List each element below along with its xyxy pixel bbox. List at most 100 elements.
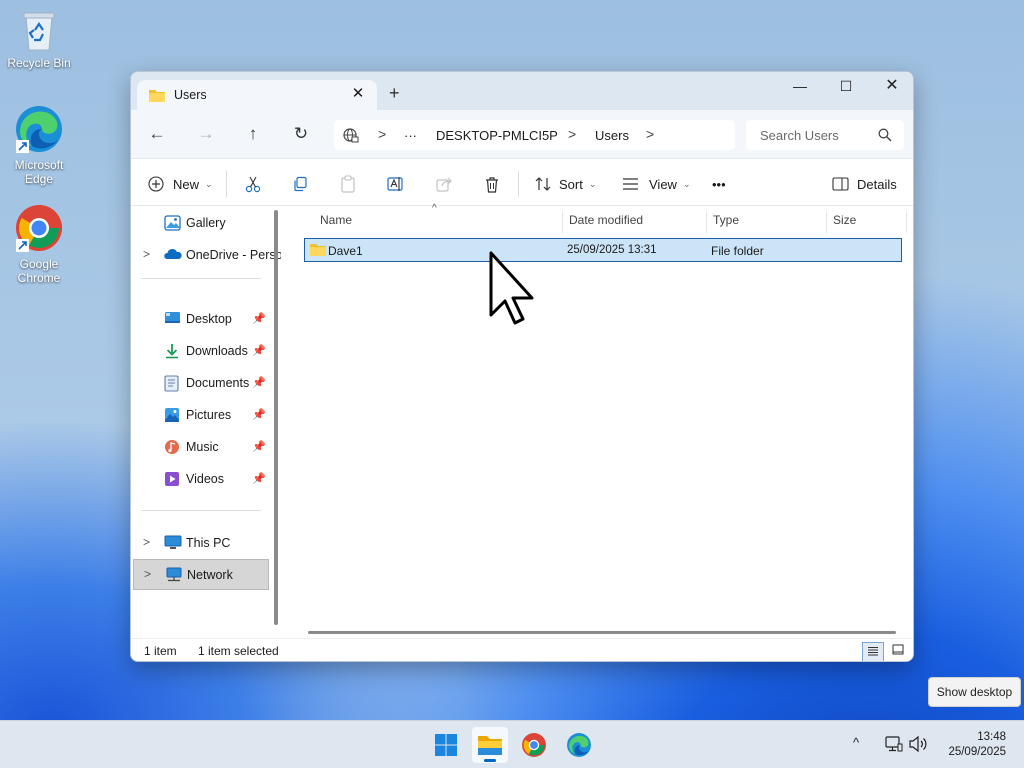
sidebar-item-onedrive[interactable]: > OneDrive - Personal bbox=[133, 240, 281, 270]
taskbar-file-explorer[interactable] bbox=[472, 727, 508, 763]
command-bar: New ⌄ Sort ⌄ View ⌄ ••• Details bbox=[131, 158, 913, 206]
desktop-icon-edge[interactable]: Microsoft Edge bbox=[0, 104, 78, 186]
cut-button[interactable] bbox=[244, 172, 262, 196]
back-button[interactable]: ← bbox=[146, 123, 168, 145]
downloads-icon bbox=[166, 344, 178, 359]
sidebar-item-desktop[interactable]: Desktop 📌 bbox=[133, 304, 269, 334]
column-header-date-modified[interactable]: Date modified bbox=[569, 207, 643, 233]
breadcrumb-users[interactable]: Users bbox=[595, 128, 629, 143]
column-divider[interactable] bbox=[826, 211, 827, 233]
tiles-view-button[interactable] bbox=[887, 642, 909, 661]
search-input[interactable] bbox=[746, 120, 876, 150]
table-row[interactable]: Dave1 25/09/2025 13:31 File folder bbox=[304, 238, 902, 262]
tab-users[interactable]: Users ✕ bbox=[137, 80, 377, 110]
item-count: 1 item bbox=[144, 644, 177, 658]
pin-icon: 📌 bbox=[252, 313, 266, 325]
tab-close-button[interactable]: ✕ bbox=[349, 85, 367, 103]
close-window-button[interactable]: ✕ bbox=[869, 72, 913, 102]
clock[interactable]: 13:48 25/09/2025 bbox=[948, 730, 1006, 760]
nav-divider bbox=[141, 510, 261, 511]
share-button[interactable] bbox=[436, 172, 453, 196]
column-divider[interactable] bbox=[706, 211, 707, 233]
paste-button[interactable] bbox=[340, 172, 356, 196]
view-button[interactable]: View ⌄ bbox=[622, 172, 691, 196]
see-more-button[interactable]: ••• bbox=[712, 172, 726, 196]
column-divider[interactable] bbox=[562, 211, 563, 233]
breadcrumb-overflow[interactable]: ··· bbox=[404, 128, 417, 143]
column-header-size[interactable]: Size bbox=[833, 207, 856, 233]
minimize-button[interactable]: — bbox=[777, 72, 823, 102]
column-header-name[interactable]: Name bbox=[320, 207, 352, 233]
breadcrumb-chevron[interactable]: > bbox=[646, 126, 654, 142]
scissors-icon bbox=[245, 176, 261, 193]
paste-icon bbox=[341, 175, 355, 193]
sidebar-item-downloads[interactable]: Downloads 📌 bbox=[133, 336, 269, 366]
desktop-icon-chrome[interactable]: Google Chrome bbox=[0, 203, 78, 285]
sidebar-item-gallery[interactable]: Gallery bbox=[133, 208, 269, 238]
selection-count: 1 item selected bbox=[198, 644, 279, 658]
sidebar-item-documents[interactable]: Documents 📌 bbox=[133, 368, 269, 398]
sidebar-item-network[interactable]: > Network bbox=[133, 559, 269, 590]
show-hidden-icons-button[interactable]: ^ bbox=[853, 735, 859, 750]
onedrive-icon bbox=[164, 248, 182, 259]
sidebar-item-label: Pictures bbox=[186, 408, 232, 422]
folder-icon bbox=[149, 90, 165, 102]
address-bar-row: ← → ↑ ↻ > ··· DESKTOP-PMLCI5P > Users > bbox=[131, 110, 913, 158]
search-box[interactable] bbox=[746, 120, 904, 150]
view-label: View bbox=[649, 176, 677, 192]
sidebar-item-videos[interactable]: Videos 📌 bbox=[133, 464, 269, 494]
forward-button[interactable]: → bbox=[195, 123, 217, 145]
column-header-type[interactable]: Type bbox=[713, 207, 739, 233]
details-view-button[interactable] bbox=[862, 642, 884, 661]
delete-button[interactable] bbox=[484, 172, 500, 196]
sidebar-item-label: Downloads bbox=[186, 344, 248, 358]
desktop-icon-recycle-bin[interactable]: Recycle Bin bbox=[0, 10, 78, 70]
new-tab-button[interactable]: + bbox=[389, 84, 400, 102]
mouse-cursor-icon bbox=[489, 251, 534, 325]
sidebar-scrollbar[interactable] bbox=[274, 210, 278, 625]
search-icon bbox=[878, 128, 892, 142]
breadcrumb-chevron[interactable]: > bbox=[378, 126, 386, 142]
address-field[interactable]: > ··· DESKTOP-PMLCI5P > Users > bbox=[334, 120, 735, 150]
sidebar-item-music[interactable]: Music 📌 bbox=[133, 432, 269, 462]
active-indicator bbox=[484, 759, 496, 762]
file-explorer-window: Users ✕ + — ☐ ✕ ← → ↑ ↻ > ··· DESKTOP-PM… bbox=[130, 71, 914, 662]
network-icon bbox=[166, 567, 182, 582]
desktop-icon-label: Google Chrome bbox=[17, 257, 61, 285]
sort-button[interactable]: Sort ⌄ bbox=[535, 172, 596, 196]
tiles-view-icon bbox=[892, 644, 904, 655]
taskbar-edge[interactable] bbox=[561, 727, 597, 763]
rename-button[interactable] bbox=[387, 172, 405, 196]
music-icon bbox=[165, 440, 179, 454]
sidebar-item-label: Gallery bbox=[186, 216, 226, 230]
horizontal-scrollbar[interactable] bbox=[308, 631, 896, 634]
taskbar-chrome[interactable] bbox=[516, 727, 552, 763]
refresh-button[interactable]: ↻ bbox=[290, 123, 312, 145]
clock-time: 13:48 bbox=[977, 731, 1006, 743]
breadcrumb-desktop-pmlci5p[interactable]: DESKTOP-PMLCI5P bbox=[436, 128, 558, 143]
start-button[interactable] bbox=[428, 727, 464, 763]
sidebar-item-pictures[interactable]: Pictures 📌 bbox=[133, 400, 269, 430]
up-button[interactable]: ↑ bbox=[242, 123, 264, 145]
nav-divider bbox=[141, 278, 261, 279]
maximize-button[interactable]: ☐ bbox=[823, 72, 869, 102]
volume-icon[interactable] bbox=[908, 735, 928, 753]
expand-chevron-icon[interactable]: > bbox=[144, 567, 151, 581]
desktop-icon-label: Microsoft Edge bbox=[14, 158, 64, 186]
rename-icon bbox=[387, 177, 403, 191]
sidebar-item-this-pc[interactable]: > This PC bbox=[133, 528, 269, 558]
copy-button[interactable] bbox=[292, 172, 308, 196]
expand-chevron-icon[interactable]: > bbox=[143, 247, 150, 261]
breadcrumb-chevron[interactable]: > bbox=[568, 126, 576, 142]
details-pane-button[interactable]: Details bbox=[832, 172, 897, 196]
new-button[interactable]: New ⌄ bbox=[148, 172, 213, 196]
file-explorer-icon bbox=[478, 736, 502, 755]
column-divider[interactable] bbox=[906, 211, 907, 233]
view-list-icon bbox=[623, 178, 638, 190]
details-view-icon bbox=[868, 647, 878, 656]
sidebar-item-label: OneDrive - Personal bbox=[186, 248, 281, 262]
network-status-icon[interactable] bbox=[885, 735, 903, 753]
clock-date: 25/09/2025 bbox=[948, 746, 1006, 758]
edge-icon bbox=[16, 106, 62, 153]
expand-chevron-icon[interactable]: > bbox=[143, 535, 150, 549]
